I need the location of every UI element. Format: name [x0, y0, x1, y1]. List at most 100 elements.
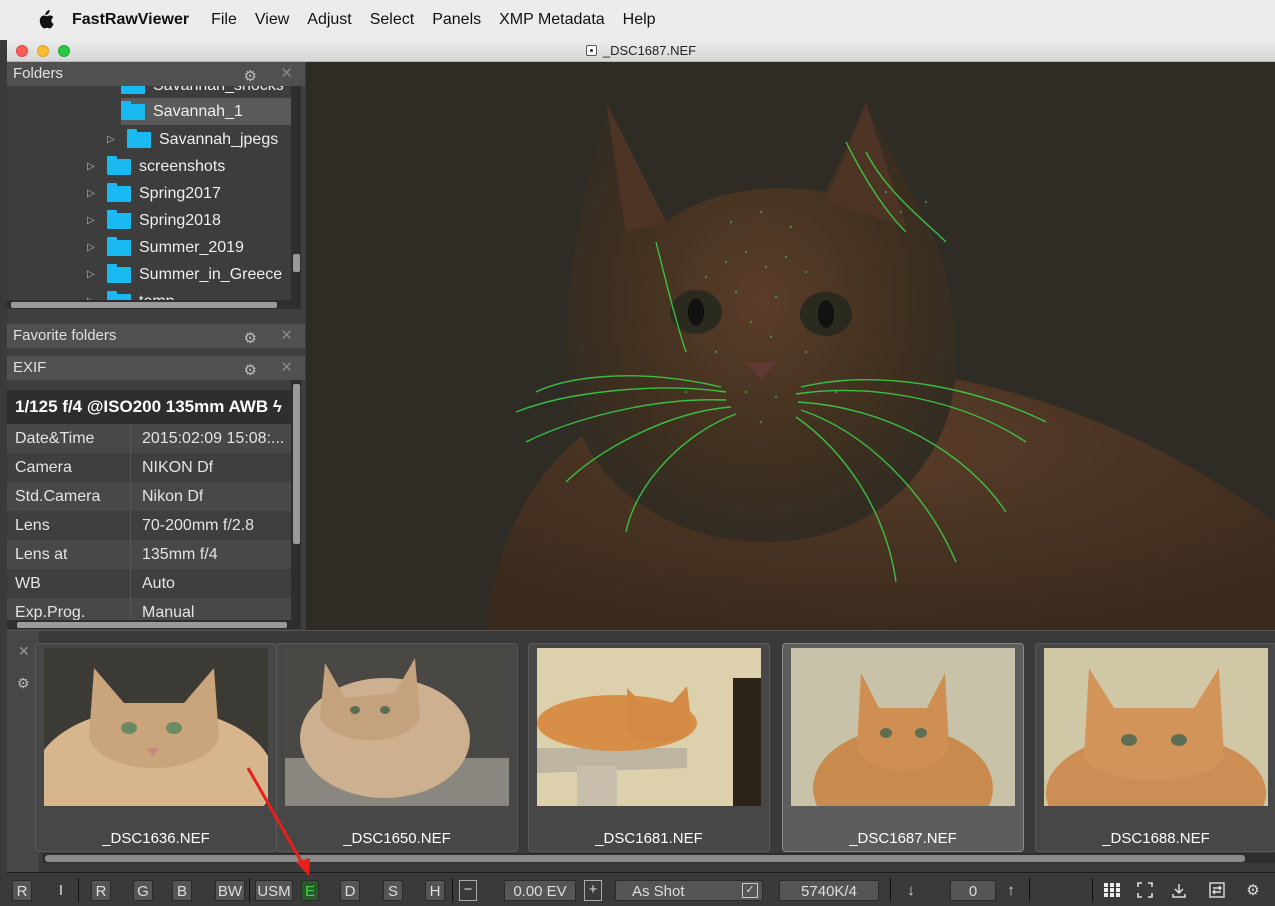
thumbnail[interactable]: _DSC1636.NEF — [35, 643, 277, 852]
expand-triangle-icon[interactable]: ▷ — [87, 242, 107, 253]
thumbnail-image — [537, 648, 761, 806]
s-button[interactable]: S — [383, 880, 403, 901]
arrow-down-icon[interactable]: ↓ — [904, 880, 918, 901]
folder-item[interactable]: ▷temp — [87, 288, 175, 300]
close-icon[interactable]: ✕ — [18, 643, 30, 660]
folder-icon — [107, 263, 131, 283]
menu-adjust[interactable]: Adjust — [307, 11, 351, 29]
white-balance-select[interactable]: As Shot ✓ — [615, 880, 763, 901]
exif-key: WB — [7, 569, 131, 598]
folder-item[interactable]: ▷ Spring2018 — [87, 207, 221, 234]
folder-item-selected[interactable]: Savannah_1 — [121, 98, 291, 125]
download-icon[interactable] — [1169, 880, 1189, 901]
folder-label: Summer_2019 — [139, 238, 244, 256]
exif-table: 1/125 f/4 @ISO200 135mm AWB ϟ Date&Time 2… — [7, 382, 291, 622]
thumbnail[interactable]: _DSC1650.NEF — [276, 643, 518, 852]
exif-vertical-scrollbar[interactable] — [291, 380, 301, 622]
gear-icon[interactable]: ⚙ — [17, 675, 30, 692]
exif-horizontal-scrollbar[interactable] — [7, 620, 301, 629]
menu-bar: FastRawViewer File View Adjust Select Pa… — [0, 0, 1275, 40]
toolbar-separator — [452, 878, 453, 902]
expand-triangle-icon[interactable]: ▷ — [87, 188, 107, 199]
app-name-menu[interactable]: FastRawViewer — [72, 11, 189, 29]
d-button[interactable]: D — [340, 880, 360, 901]
expand-triangle-icon[interactable]: ▷ — [87, 161, 107, 172]
folder-item[interactable]: ▷ Spring2017 — [87, 180, 221, 207]
exif-value: 135mm f/4 — [142, 545, 218, 563]
close-icon[interactable]: ✕ — [280, 356, 293, 380]
focus-peaking-button[interactable]: E — [301, 880, 319, 901]
exif-key: Std.Camera — [7, 482, 131, 511]
scrollbar-thumb[interactable] — [45, 855, 1245, 862]
expand-triangle-icon[interactable]: ▷ — [87, 269, 107, 280]
menu-view[interactable]: View — [255, 11, 289, 29]
exif-row: Lens at 135mm f/4 — [7, 540, 291, 569]
thumbnail-image — [285, 648, 509, 806]
fullscreen-icon[interactable] — [1135, 880, 1155, 901]
raw-toggle-button[interactable]: R — [12, 880, 32, 901]
flash-icon: ϟ — [272, 397, 282, 416]
exposure-decrease-button[interactable]: − — [459, 880, 477, 901]
folders-horizontal-scrollbar[interactable] — [7, 300, 301, 309]
gear-icon[interactable]: ⚙ — [1243, 880, 1263, 901]
exif-row: Exp.Prog. Manual — [7, 598, 291, 622]
blue-channel-button[interactable]: B — [172, 880, 192, 901]
rating-value[interactable]: 0 — [950, 880, 996, 901]
folder-item[interactable]: ▷ screenshots — [87, 153, 225, 180]
red-channel-button[interactable]: R — [91, 880, 111, 901]
folder-item[interactable]: ▷ Summer_2019 — [87, 234, 244, 261]
bw-button[interactable]: BW — [215, 880, 245, 901]
scrollbar-thumb[interactable] — [293, 254, 300, 272]
favorite-folders-panel-header: Favorite folders ⚙ ✕ — [7, 324, 305, 348]
image-viewer[interactable] — [306, 62, 1275, 630]
h-button[interactable]: H — [425, 880, 445, 901]
menu-file[interactable]: File — [211, 11, 237, 29]
scrollbar-thumb[interactable] — [17, 622, 287, 628]
compare-icon[interactable] — [1207, 880, 1227, 901]
close-icon[interactable]: ✕ — [280, 62, 293, 86]
window-title: _DSC1687.NEF — [602, 43, 697, 58]
expand-triangle-icon[interactable]: ▷ — [87, 215, 107, 226]
thumbnail-selected[interactable]: _DSC1687.NEF — [782, 643, 1024, 852]
green-channel-button[interactable]: G — [133, 880, 153, 901]
folder-icon — [127, 128, 151, 148]
menu-select[interactable]: Select — [370, 11, 414, 29]
thumbnail-image — [791, 648, 1015, 806]
info-toggle-button[interactable]: I — [53, 880, 69, 901]
exif-panel-title: EXIF — [13, 359, 47, 376]
scrollbar-thumb[interactable] — [293, 384, 300, 544]
arrow-up-icon[interactable]: ↑ — [1004, 880, 1018, 901]
folder-item[interactable]: ▷ Summer_in_Greece — [87, 261, 282, 288]
gear-icon[interactable]: ⚙ — [244, 327, 257, 351]
folder-item[interactable]: ▷ Savannah_jpegs — [107, 126, 278, 153]
favorite-folders-title: Favorite folders — [13, 327, 117, 344]
exposure-increase-button[interactable]: + — [584, 880, 602, 901]
filmstrip: ✕ ⚙ _DSC1636.NEF _DSC1650.NEF _DSC1681.N… — [7, 630, 1275, 873]
window-title-bar: _DSC1687.NEF — [7, 40, 1275, 62]
thumbnail[interactable]: _DSC1681.NEF — [528, 643, 770, 852]
dropdown-checkbox-icon[interactable]: ✓ — [742, 883, 758, 898]
folders-vertical-scrollbar[interactable] — [291, 86, 301, 300]
temperature-value[interactable]: 5740K/4 — [779, 880, 879, 901]
grid-view-icon[interactable] — [1102, 880, 1122, 901]
close-icon[interactable]: ✕ — [280, 324, 293, 348]
expand-triangle-icon[interactable]: ▷ — [107, 134, 127, 145]
usm-button[interactable]: USM — [255, 880, 293, 901]
menu-panels[interactable]: Panels — [432, 11, 481, 29]
folder-icon — [121, 100, 145, 120]
left-panel: Folders ⚙ ✕ Savannah_shocks Savannah_1 ▷… — [7, 62, 305, 630]
exif-summary: 1/125 f/4 @ISO200 135mm AWB ϟ — [7, 390, 291, 424]
apple-menu-icon[interactable] — [36, 10, 54, 30]
folder-icon — [107, 236, 131, 256]
filmstrip-scrollbar[interactable] — [43, 853, 1275, 863]
menu-help[interactable]: Help — [623, 11, 656, 29]
exposure-value[interactable]: 0.00 EV — [504, 880, 576, 901]
scrollbar-thumb[interactable] — [11, 302, 277, 308]
menu-xmp-metadata[interactable]: XMP Metadata — [499, 11, 605, 29]
app-main: Folders ⚙ ✕ Savannah_shocks Savannah_1 ▷… — [7, 62, 1275, 906]
exif-key: Lens at — [7, 540, 131, 569]
white-balance-value: As Shot — [632, 883, 685, 900]
thumbnail[interactable]: _DSC1688.NEF — [1035, 643, 1275, 852]
exif-key: Lens — [7, 511, 131, 540]
gear-icon[interactable]: ⚙ — [244, 359, 257, 383]
